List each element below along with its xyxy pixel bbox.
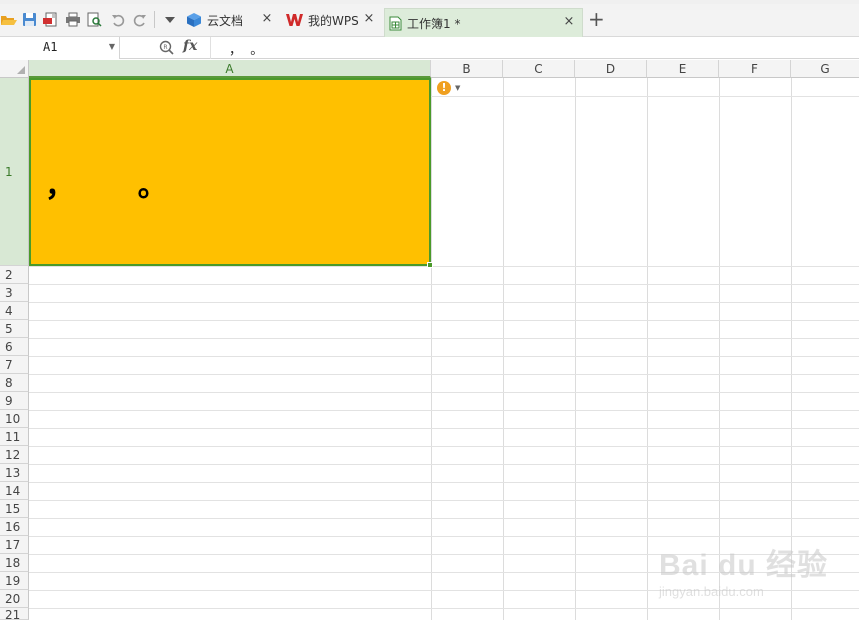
insert-function-button[interactable]: fx xyxy=(183,38,197,54)
gridline xyxy=(503,78,504,620)
gridline xyxy=(431,96,859,97)
gridline xyxy=(29,428,859,429)
gridline xyxy=(29,284,859,285)
row-header-2[interactable]: 2 xyxy=(0,266,29,284)
corner-triangle-icon xyxy=(17,66,25,74)
column-header-g[interactable]: G xyxy=(791,60,859,78)
row-header-16[interactable]: 16 xyxy=(0,518,29,536)
gridline xyxy=(29,266,859,267)
error-check-button[interactable]: ! ▼ xyxy=(437,79,467,96)
gridline xyxy=(29,410,859,411)
toolbar-divider xyxy=(154,11,155,28)
chevron-down-icon: ▼ xyxy=(455,83,461,92)
close-tab-icon[interactable]: × xyxy=(260,12,274,26)
gridline xyxy=(29,392,859,393)
row-header-8[interactable]: 8 xyxy=(0,374,29,392)
row-header-18[interactable]: 18 xyxy=(0,554,29,572)
formula-divider xyxy=(210,37,211,59)
gridline xyxy=(29,356,859,357)
row-header-7[interactable]: 7 xyxy=(0,356,29,374)
cell-a1-value: ， 。 xyxy=(45,169,168,204)
new-tab-icon[interactable]: + xyxy=(588,9,605,29)
name-box-value: A1 xyxy=(43,40,58,54)
gridline xyxy=(29,482,859,483)
gridline xyxy=(29,374,859,375)
row-header-10[interactable]: 10 xyxy=(0,410,29,428)
gridline xyxy=(29,446,859,447)
tab-workbook1[interactable]: 工作簿1 * × xyxy=(384,8,583,37)
row-header-13[interactable]: 13 xyxy=(0,464,29,482)
cell-a1[interactable]: ， 。 xyxy=(29,78,431,266)
row-header-11[interactable]: 11 xyxy=(0,428,29,446)
formula-bar: A1 ▼ R fx ， 。 xyxy=(0,37,859,59)
row-header-6[interactable]: 6 xyxy=(0,338,29,356)
row-header-12[interactable]: 12 xyxy=(0,446,29,464)
row-header-3[interactable]: 3 xyxy=(0,284,29,302)
gridline xyxy=(29,464,859,465)
gridline xyxy=(29,320,859,321)
save-icon[interactable] xyxy=(21,11,38,28)
column-header-b[interactable]: B xyxy=(431,60,503,78)
baidu-watermark: Bai du 经验 jingyan.baidu.com xyxy=(655,530,855,610)
title-toolbar: 云文档 × 我的WPS × 工作簿1 * × + xyxy=(0,0,859,37)
warning-icon: ! xyxy=(437,80,451,95)
redo-icon[interactable] xyxy=(131,11,148,28)
gridline xyxy=(575,78,576,620)
gridline xyxy=(29,518,859,519)
column-header-f[interactable]: F xyxy=(719,60,791,78)
more-dropdown-icon[interactable] xyxy=(161,11,178,28)
chevron-down-icon[interactable]: ▼ xyxy=(109,42,115,51)
print-preview-icon[interactable] xyxy=(86,11,103,28)
row-header-9[interactable]: 9 xyxy=(0,392,29,410)
open-folder-icon[interactable] xyxy=(0,11,17,28)
cloud-cube-icon xyxy=(186,12,202,28)
zoom-search-icon[interactable]: R xyxy=(158,39,176,57)
row-header-4[interactable]: 4 xyxy=(0,302,29,320)
spreadsheet-icon xyxy=(389,16,402,31)
formula-input[interactable]: ， 。 xyxy=(229,39,263,58)
top-strip xyxy=(0,0,859,4)
undo-icon[interactable] xyxy=(109,11,126,28)
column-header-c[interactable]: C xyxy=(503,60,575,78)
row-header-19[interactable]: 19 xyxy=(0,572,29,590)
column-header-a[interactable]: A xyxy=(29,60,431,78)
column-header-d[interactable]: D xyxy=(575,60,647,78)
export-pdf-icon[interactable] xyxy=(42,11,59,28)
select-all-corner[interactable] xyxy=(0,60,29,78)
tab-label: 工作簿1 * xyxy=(407,16,461,31)
row-header-5[interactable]: 5 xyxy=(0,320,29,338)
close-tab-icon[interactable]: × xyxy=(562,15,576,29)
watermark-url: jingyan.baidu.com xyxy=(659,584,764,599)
svg-text:R: R xyxy=(163,44,167,51)
watermark-logo: Bai du 经验 xyxy=(659,549,829,582)
wps-logo-icon xyxy=(286,13,303,27)
gridline xyxy=(29,302,859,303)
tab-my-wps[interactable]: 我的WPS × xyxy=(284,7,382,33)
gridline xyxy=(29,500,859,501)
row-header-15[interactable]: 15 xyxy=(0,500,29,518)
row-header-1[interactable]: 1 xyxy=(0,78,29,266)
row-header-14[interactable]: 14 xyxy=(0,482,29,500)
gridline xyxy=(647,78,648,620)
print-icon[interactable] xyxy=(64,11,81,28)
name-box[interactable]: A1 ▼ xyxy=(0,37,120,59)
fill-handle[interactable] xyxy=(427,262,433,268)
gridline xyxy=(29,338,859,339)
row-header-21[interactable]: 21 xyxy=(0,608,29,620)
close-tab-icon[interactable]: × xyxy=(362,12,376,26)
gridline xyxy=(431,78,432,620)
row-header-20[interactable]: 20 xyxy=(0,590,29,608)
column-header-e[interactable]: E xyxy=(647,60,719,78)
tab-label: 我的WPS xyxy=(308,13,359,28)
tab-cloud-docs[interactable]: 云文档 × xyxy=(184,7,280,33)
tab-label: 云文档 xyxy=(207,13,244,28)
row-header-17[interactable]: 17 xyxy=(0,536,29,554)
